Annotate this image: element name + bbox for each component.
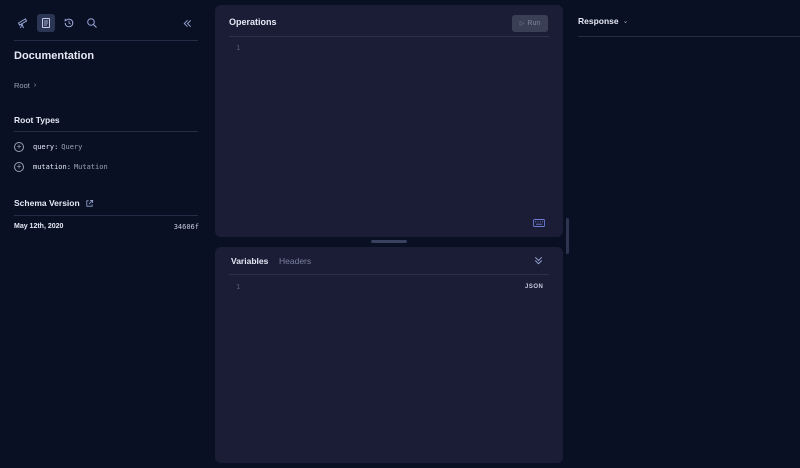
plus-circle-icon: + [14,162,24,172]
breadcrumb-root[interactable]: Root [14,81,30,90]
keyboard-icon[interactable] [533,219,545,227]
schema-date: May 12th, 2020 [14,223,64,230]
panel-resize-handle[interactable] [371,240,407,243]
collapse-sidebar-button[interactable] [178,14,196,32]
chevron-right-icon: › [33,82,37,89]
vertical-resize-handle[interactable] [566,218,569,254]
breadcrumb[interactable]: Root › [14,81,36,90]
operations-panel: Operations ▷ Run 1 [215,5,563,237]
sidebar-title: Documentation [14,50,95,62]
schema-version-header: Schema Version [14,198,94,208]
root-type-type[interactable]: Query [61,143,82,151]
explorer-button[interactable] [14,14,32,32]
response-title: Response [578,16,619,26]
format-label: JSON [525,284,544,290]
root-type-query[interactable]: + query: Query [14,142,82,152]
document-icon [42,18,50,28]
toolbar-divider [14,40,198,41]
chevrons-left-icon [183,19,191,27]
history-button[interactable] [60,14,78,32]
root-type-type[interactable]: Mutation [74,163,108,171]
search-icon [87,18,97,28]
chevrons-down-icon[interactable] [533,255,544,266]
response-divider [578,36,800,37]
run-button[interactable]: ▷ Run [512,15,548,32]
tab-variables[interactable]: Variables [231,256,268,266]
tab-headers[interactable]: Headers [279,256,311,266]
documentation-sidebar: Documentation Root › Root Types + query:… [0,0,212,468]
sidebar-toolbar [14,14,198,32]
run-label: Run [527,20,541,27]
schema-version-title: Schema Version [14,198,80,208]
variables-editor[interactable] [229,279,549,453]
schema-divider [14,215,198,216]
root-type-field: query: [33,143,59,151]
response-viewer [578,40,800,460]
root-type-mutation[interactable]: + mutation: Mutation [14,162,108,172]
telescope-icon [17,18,28,29]
operations-divider [229,36,549,37]
root-type-field: mutation: [33,163,71,171]
line-number: 1 [236,283,241,291]
operation-editor[interactable] [229,41,549,213]
operations-title: Operations [229,17,277,27]
schema-hash: 34606f [173,223,199,231]
response-header[interactable]: Response ⌄ [578,16,629,26]
root-types-title: Root Types [14,115,60,125]
variables-divider [229,274,549,275]
docs-button[interactable] [37,14,55,32]
root-types-divider [14,131,198,132]
chevron-down-icon: ⌄ [622,18,629,25]
plus-circle-icon: + [14,142,24,152]
search-button[interactable] [83,14,101,32]
play-icon: ▷ [519,21,525,27]
history-icon [64,18,74,28]
external-link-icon[interactable] [85,199,94,208]
line-number: 1 [236,44,241,52]
variables-panel: 1 [215,247,563,463]
